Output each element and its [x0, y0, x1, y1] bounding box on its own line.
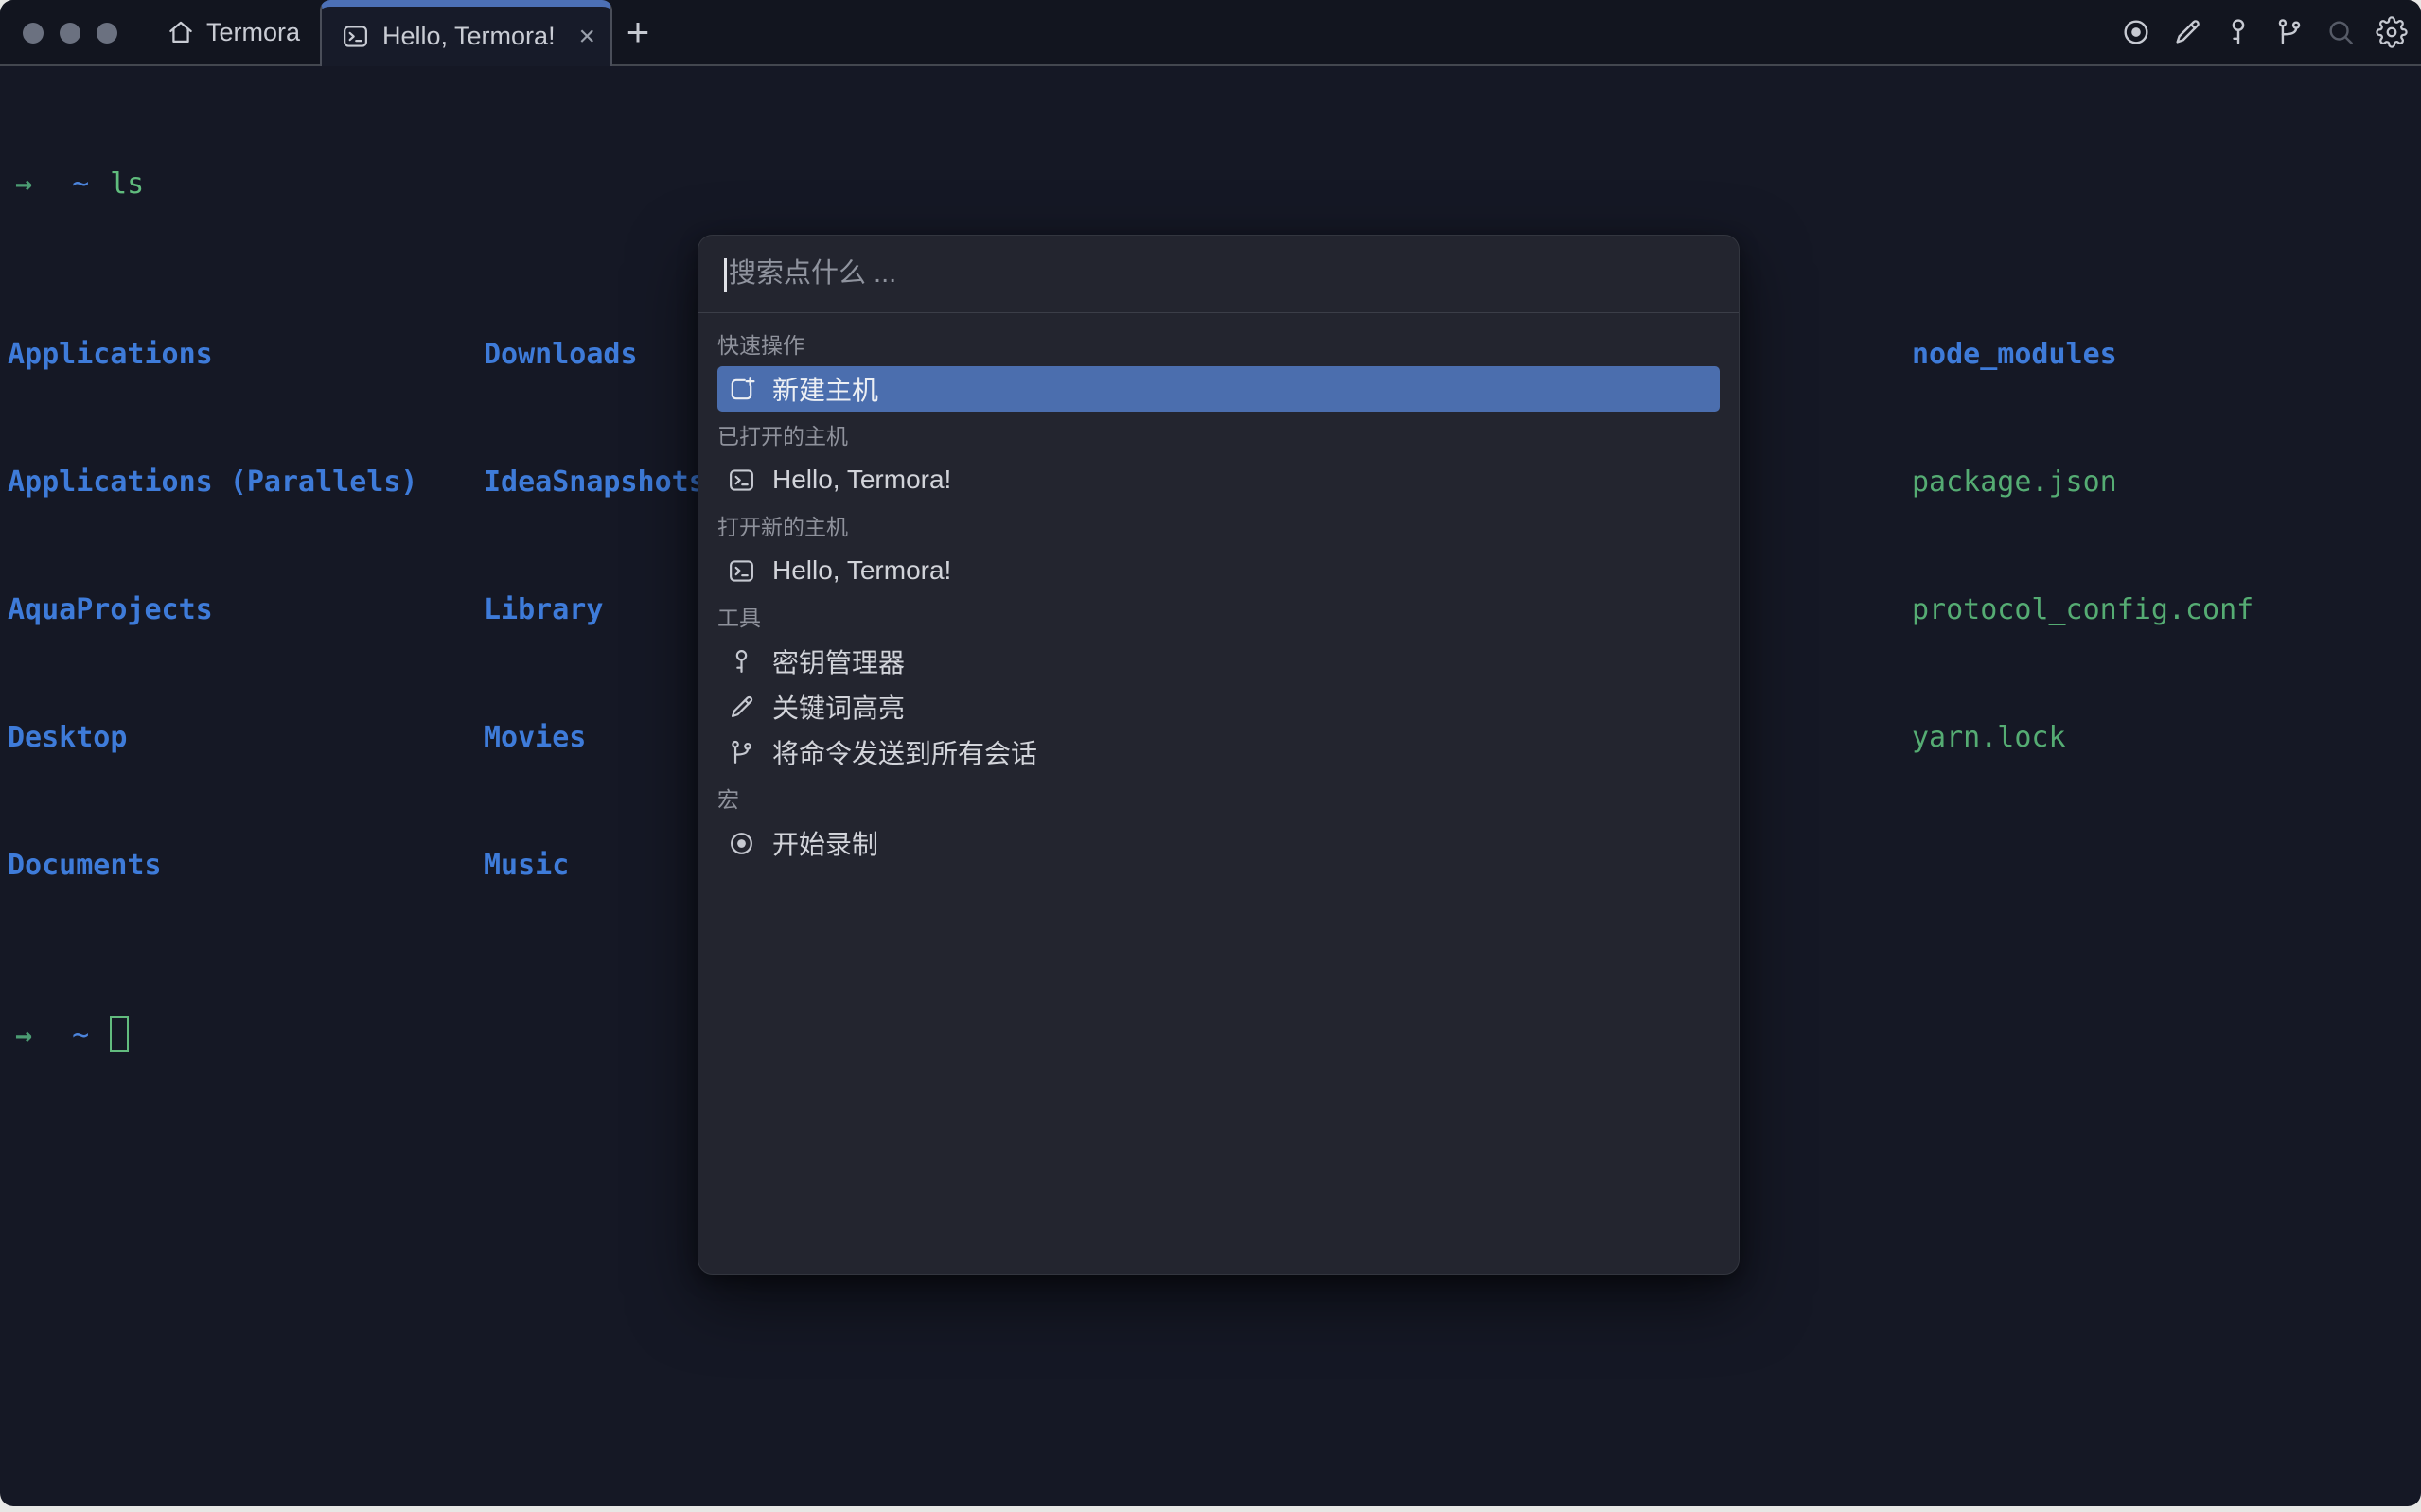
menu-item-label: 将命令发送到所有会话 — [772, 739, 1038, 768]
prompt-line: → ~ ls — [8, 163, 2388, 205]
section-label: 宏 — [717, 787, 739, 812]
traffic-light-close-button[interactable] — [23, 23, 44, 44]
toolbar — [2119, 0, 2409, 64]
tab-close-icon[interactable]: × — [578, 22, 595, 51]
section-tools: 工具 — [717, 593, 1720, 639]
section-label: 快速操作 — [717, 333, 804, 358]
tab-hello-termora[interactable]: Hello, Termora! × — [320, 0, 612, 66]
record-icon — [727, 829, 756, 858]
terminal-icon — [727, 466, 756, 495]
search-icon[interactable] — [2324, 15, 2358, 49]
text-caret — [724, 258, 727, 292]
menu-item-label: 关键词高亮 — [772, 694, 906, 723]
section-label: 已打开的主机 — [717, 424, 848, 448]
pencil-icon[interactable] — [2170, 15, 2204, 49]
terminal-icon — [341, 22, 370, 51]
palette-list: 快速操作 新建主机 已打开的主机 Hello, Termora! 打开新的主机 … — [698, 313, 1739, 866]
home-icon — [166, 17, 196, 47]
ls-entry: Desktop — [8, 721, 128, 754]
home-tab-label: Termora — [206, 17, 301, 46]
terminal-cursor — [110, 1016, 130, 1052]
key-icon[interactable] — [2221, 15, 2255, 49]
command-palette-dialog: 快速操作 新建主机 已打开的主机 Hello, Termora! 打 — [698, 235, 1740, 1275]
section-quick-actions: 快速操作 — [717, 321, 1720, 366]
tab-label: Hello, Termora! — [382, 22, 556, 50]
prompt-path: ~ — [72, 167, 90, 201]
traffic-light-minimize-button[interactable] — [60, 23, 80, 44]
section-open-new-host: 打开新的主机 — [717, 502, 1720, 548]
terminal-icon — [727, 556, 756, 586]
branch-icon[interactable] — [2272, 15, 2306, 49]
prompt-arrow: → — [15, 167, 33, 201]
new-host-icon — [727, 375, 756, 404]
menu-item-keyword-highlight[interactable]: 关键词高亮 — [717, 684, 1720, 730]
prompt-path: ~ — [72, 1019, 90, 1052]
palette-search — [698, 236, 1739, 313]
section-label: 打开新的主机 — [717, 515, 848, 539]
ls-entry: yarn.lock — [1912, 721, 2066, 754]
key-icon — [727, 647, 756, 677]
menu-item-label: 新建主机 — [772, 376, 879, 405]
section-label: 工具 — [717, 606, 761, 630]
ls-entry: node_modules — [1912, 338, 2117, 371]
menu-item-label: 密钥管理器 — [772, 648, 906, 677]
section-macro: 宏 — [717, 775, 1720, 820]
menu-item-start-recording[interactable]: 开始录制 — [717, 820, 1720, 866]
home-tab[interactable]: Termora — [166, 0, 300, 64]
ls-entry: AquaProjects — [8, 593, 213, 626]
pencil-icon — [727, 693, 756, 722]
new-tab-button[interactable]: + — [617, 9, 659, 54]
branch-icon — [727, 738, 756, 767]
menu-item-label: Hello, Termora! — [772, 465, 952, 494]
menu-item-new-host[interactable]: 新建主机 — [717, 366, 1720, 412]
menu-item-send-command-all-sessions[interactable]: 将命令发送到所有会话 — [717, 730, 1720, 775]
ls-entry: package.json — [1912, 466, 2117, 499]
menu-item-label: Hello, Termora! — [772, 555, 952, 585]
ls-entry: protocol_config.conf — [1912, 593, 2254, 626]
menu-item-opened-host[interactable]: Hello, Termora! — [717, 457, 1720, 502]
ls-entry: Applications (Parallels) — [8, 466, 418, 499]
ls-entry: Documents — [8, 849, 162, 882]
menu-item-label: 开始录制 — [772, 830, 879, 859]
ls-entry: Applications — [8, 338, 213, 371]
title-bar: Termora Hello, Termora! × + — [0, 0, 2421, 66]
prompt-arrow: → — [15, 1019, 33, 1052]
search-input[interactable] — [698, 236, 1739, 312]
record-icon[interactable] — [2119, 15, 2153, 49]
traffic-light-zoom-button[interactable] — [97, 23, 117, 44]
command-text: ls — [110, 167, 145, 201]
settings-icon[interactable] — [2375, 15, 2409, 49]
menu-item-key-manager[interactable]: 密钥管理器 — [717, 639, 1720, 684]
menu-item-open-new-host[interactable]: Hello, Termora! — [717, 548, 1720, 593]
app-window: Termora Hello, Termora! × + → ~ ls Appli… — [0, 0, 2421, 1506]
section-opened-hosts: 已打开的主机 — [717, 412, 1720, 457]
